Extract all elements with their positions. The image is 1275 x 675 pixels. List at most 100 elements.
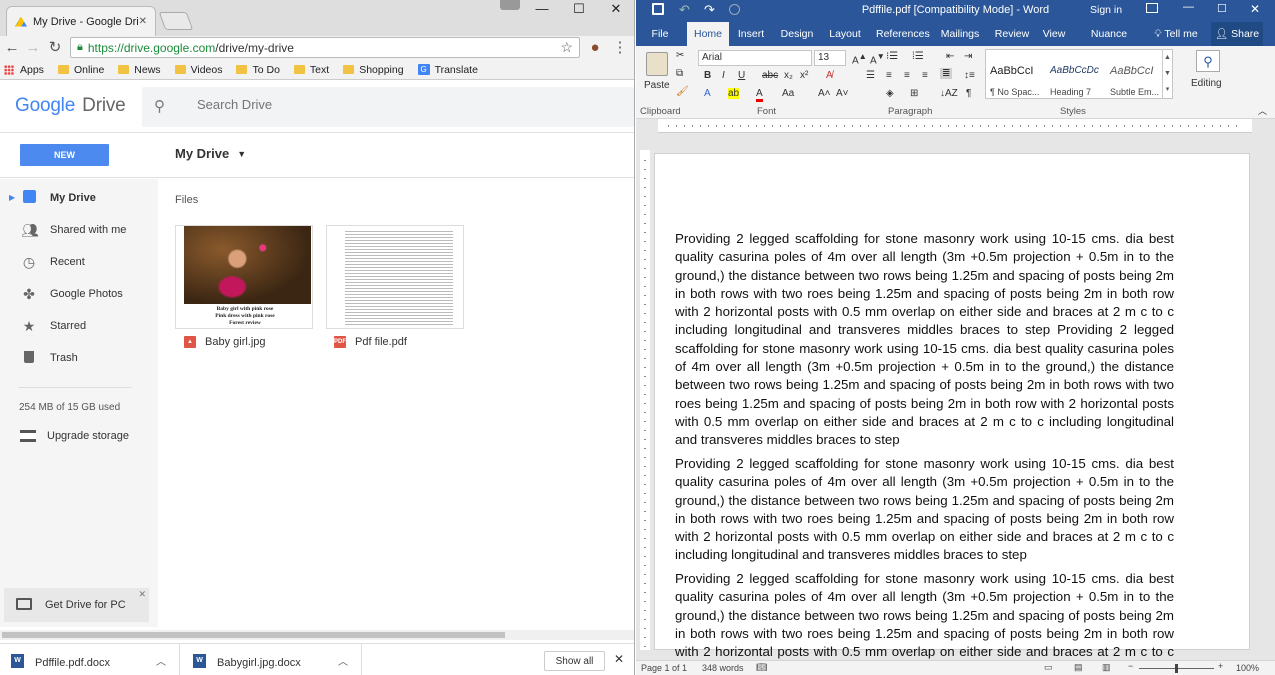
file-name-pdf[interactable]: PDF Pdf file.pdf <box>334 336 407 348</box>
tab-design[interactable]: Design <box>779 22 815 46</box>
close-downloads-icon[interactable]: ✕ <box>614 652 624 666</box>
read-mode-icon[interactable]: ▭ <box>1044 662 1053 673</box>
bookmark-shopping[interactable]: Shopping <box>343 64 404 76</box>
new-button[interactable]: NEW <box>20 144 109 166</box>
zoom-in-icon[interactable]: + <box>1218 661 1223 671</box>
reload-icon[interactable]: ↻ <box>45 38 65 58</box>
horizontal-ruler[interactable] <box>658 119 1252 133</box>
align-left-icon[interactable]: ≡ <box>886 70 892 81</box>
tab-file[interactable]: File <box>650 22 670 46</box>
chrome-menu-icon[interactable]: ⋮ <box>610 38 630 58</box>
show-marks-icon[interactable]: ¶ <box>966 88 971 99</box>
search-input[interactable] <box>197 97 497 112</box>
borders-icon[interactable]: ⊞ <box>910 88 918 99</box>
text-effects-icon[interactable]: A <box>704 88 711 99</box>
minimize-icon[interactable]: — <box>1183 1 1194 13</box>
upgrade-storage-link[interactable]: Upgrade storage <box>0 426 158 450</box>
forward-icon[interactable]: → <box>23 38 43 58</box>
extension-icon[interactable]: ● <box>585 38 605 58</box>
underline-icon[interactable]: U <box>738 70 745 81</box>
bookmark-todo[interactable]: To Do <box>236 64 280 76</box>
google-drive-logo[interactable]: Google Drive <box>15 95 126 117</box>
zoom-out-icon[interactable]: − <box>1128 661 1133 671</box>
align-right-icon[interactable]: ≡ <box>922 70 928 81</box>
justify-icon[interactable]: ≣ <box>940 68 953 79</box>
tab-layout[interactable]: Layout <box>828 22 862 46</box>
word-count[interactable]: 348 words <box>702 663 744 673</box>
maximize-icon[interactable]: ☐ <box>1217 2 1227 15</box>
proofing-icon[interactable]: 📖︎ <box>756 662 767 673</box>
scrollbar-thumb[interactable] <box>2 632 505 638</box>
shrink-icon[interactable]: A˅ <box>836 88 849 99</box>
file-name-baby-girl[interactable]: ▲ Baby girl.jpg <box>184 336 266 348</box>
font-size-box[interactable]: 13 <box>814 50 846 66</box>
cut-icon[interactable]: ✂ <box>676 50 684 61</box>
sidebar-item-starred[interactable]: ★ Starred <box>0 313 158 339</box>
download-item-pdffile[interactable]: W Pdffile.pdf.docx ︿ <box>0 644 180 675</box>
zoom-level[interactable]: 100% <box>1236 663 1259 673</box>
shrink-font-icon[interactable]: A▼ <box>870 51 885 66</box>
highlight-icon[interactable]: ab <box>728 88 740 99</box>
tab-references[interactable]: References <box>876 22 930 46</box>
horizontal-scrollbar[interactable] <box>0 630 634 640</box>
bookmark-news[interactable]: News <box>118 64 161 76</box>
maximize-icon[interactable]: ☐ <box>561 0 597 20</box>
address-bar[interactable]: 🔒︎ https://drive.google.com/drive/my-dri… <box>70 37 580 58</box>
document-paragraph-2[interactable]: Providing 2 legged scaffolding for stone… <box>675 455 1174 565</box>
vertical-ruler[interactable] <box>640 150 650 650</box>
line-spacing-icon[interactable]: ↕≡ <box>964 70 975 81</box>
paste-button[interactable]: Paste <box>642 52 672 98</box>
zoom-slider[interactable] <box>1139 664 1214 673</box>
style-no-spacing[interactable]: AaBbCcI ¶ No Spac... <box>986 56 1044 100</box>
sidebar-item-trash[interactable]: Trash <box>0 345 158 371</box>
share-button[interactable]: 👤︎ Share <box>1211 22 1263 46</box>
print-layout-icon[interactable]: ▤ <box>1074 662 1083 673</box>
file-card-pdf[interactable] <box>326 225 464 329</box>
strikethrough-icon[interactable]: abc <box>762 70 778 81</box>
close-window-icon[interactable]: ✕ <box>1250 2 1260 16</box>
location-dropdown[interactable]: My Drive ▼ <box>175 146 246 161</box>
web-layout-icon[interactable]: ▥ <box>1102 662 1111 673</box>
chevron-up-icon[interactable]: ︿ <box>156 653 166 668</box>
italic-icon[interactable]: I <box>722 70 725 81</box>
sidebar-item-my-drive[interactable]: ▶ My Drive <box>0 185 158 211</box>
change-case-icon[interactable]: Aa <box>782 88 794 99</box>
tab-view[interactable]: View <box>1042 22 1066 46</box>
back-icon[interactable]: ← <box>2 38 22 58</box>
profile-icon[interactable] <box>500 0 520 10</box>
tab-insert[interactable]: Insert <box>736 22 766 46</box>
signin-link[interactable]: Sign in <box>1090 4 1122 16</box>
expand-arrow-icon[interactable]: ▶ <box>9 193 15 202</box>
sidebar-item-photos[interactable]: ✤ Google Photos <box>0 281 158 307</box>
multilevel-list-icon[interactable]: ⁞☰ <box>912 51 924 62</box>
vertical-scrollbar[interactable] <box>1260 150 1275 660</box>
tell-me-box[interactable]: 💡︎ Tell me <box>1151 22 1201 46</box>
document-page[interactable]: Providing 2 legged scaffolding for stone… <box>654 153 1250 675</box>
tab-mailings[interactable]: Mailings <box>939 22 981 46</box>
sidebar-item-recent[interactable]: ◷ Recent <box>0 249 158 275</box>
bookmark-apps[interactable]: Apps <box>4 64 44 76</box>
zoom-slider-thumb[interactable] <box>1175 664 1178 673</box>
bookmark-star-icon[interactable]: ☆ <box>560 39 573 56</box>
bookmark-online[interactable]: Online <box>57 64 104 76</box>
close-tab-icon[interactable]: ✕ <box>139 16 147 27</box>
superscript-icon[interactable]: x² <box>800 70 808 81</box>
decrease-indent-icon[interactable]: ⇤ <box>946 51 954 62</box>
close-window-icon[interactable]: ✕ <box>598 0 634 20</box>
style-heading-7[interactable]: AaBbCcDc Heading 7 <box>1046 56 1104 100</box>
get-drive-banner[interactable]: Get Drive for PC ✕ <box>4 588 149 622</box>
close-banner-icon[interactable]: ✕ <box>138 589 146 600</box>
browser-tab[interactable]: My Drive - Google Drive ✕ <box>6 6 156 36</box>
bookmark-text[interactable]: Text <box>293 64 329 76</box>
search-icon[interactable]: ⚲ <box>154 97 165 115</box>
collapse-ribbon-icon[interactable]: ︿ <box>1258 104 1267 117</box>
sort-icon[interactable]: ↓AZ <box>940 88 958 99</box>
file-card-baby-girl[interactable]: Baby girl with pink rose Pink dress with… <box>175 225 313 329</box>
show-all-button[interactable]: Show all <box>544 651 605 671</box>
tab-home[interactable]: Home <box>687 22 729 46</box>
align-center-icon[interactable]: ≡ <box>904 70 910 81</box>
chevron-up-icon[interactable]: ︿ <box>338 653 348 668</box>
tab-review[interactable]: Review <box>994 22 1030 46</box>
tab-nuance-pdf[interactable]: Nuance PDF <box>1081 22 1137 64</box>
font-color-icon[interactable]: A <box>756 88 763 102</box>
